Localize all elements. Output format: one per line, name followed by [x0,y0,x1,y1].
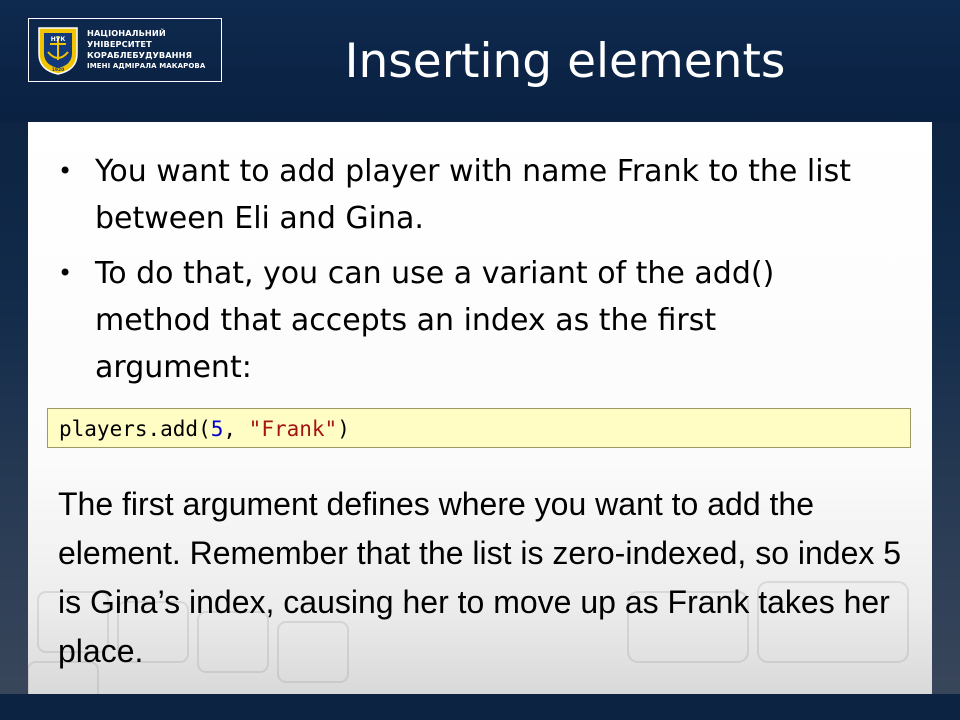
bullet-dot-icon: • [58,259,73,287]
emblem-year: 1920 [52,67,65,73]
code-separator: , [223,417,249,441]
code-snippet: players.add(5, "Frank") [47,408,911,448]
emblem-label: НУК [51,36,66,43]
explanation-paragraph: The first argument defines where you wan… [58,486,902,669]
slide-content: • You want to add player with name Frank… [28,122,932,694]
code-string: "Frank" [248,417,338,441]
bullet-dot-icon: • [58,157,73,185]
slide-footer [0,694,960,720]
logo-line: ІМЕНІ АДМІРАЛА МАКАРОВА [87,62,206,70]
bullet-text: To do that, you can use a variant of the… [95,256,775,385]
logo-line: УНІВЕРСИТЕТ [87,39,152,49]
left-border [0,122,28,694]
code-number: 5 [210,417,224,441]
slide-title: Inserting elements [344,34,786,89]
university-name: НАЦІОНАЛЬНИЙ УНІВЕРСИТЕТ КОРАБЛЕБУДУВАНН… [87,28,205,72]
bullet-text: You want to add player with name Frank t… [95,154,851,236]
university-logo: НУК 1920 НАЦІОНАЛЬНИЙ УНІВЕРСИТЕТ КОРАБЛ… [28,18,222,82]
logo-line: НАЦІОНАЛЬНИЙ [87,28,166,38]
bullet-item: • To do that, you can use a variant of t… [58,250,858,391]
bullet-list: • You want to add player with name Frank… [58,148,858,399]
logo-line: КОРАБЛЕБУДУВАННЯ [87,50,192,60]
code-call: players.add( [59,417,211,441]
slide-header: НУК 1920 НАЦІОНАЛЬНИЙ УНІВЕРСИТЕТ КОРАБЛ… [0,0,960,122]
code-close: ) [337,417,350,441]
university-emblem-icon: НУК 1920 [38,27,78,75]
bullet-item: • You want to add player with name Frank… [58,148,858,242]
right-border [932,122,960,694]
